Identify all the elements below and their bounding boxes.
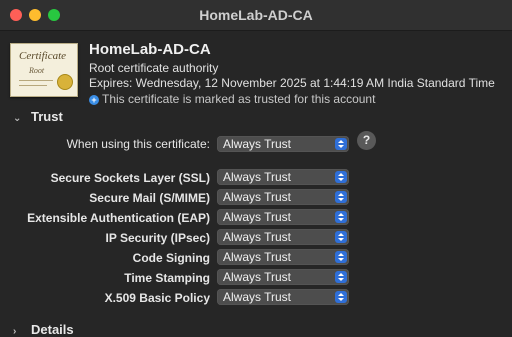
policy-x509-value: Always Trust	[223, 290, 292, 304]
updown-arrows-icon	[335, 231, 347, 243]
policy-ipsec-select[interactable]: Always Trust	[217, 229, 349, 245]
when-using-select[interactable]: Always Trust	[217, 136, 349, 152]
trusted-note: + This certificate is marked as trusted f…	[89, 92, 375, 106]
policy-eap-select[interactable]: Always Trust	[217, 209, 349, 225]
policy-x509-select[interactable]: Always Trust	[217, 289, 349, 305]
updown-arrows-icon	[335, 291, 347, 303]
certificate-icon-subtitle: Root	[29, 66, 45, 75]
trusted-note-text: This certificate is marked as trusted fo…	[102, 92, 376, 106]
certificate-icon: Certificate Root	[10, 43, 78, 97]
policy-smime-label: Secure Mail (S/MIME)	[89, 191, 210, 205]
plus-circle-icon: +	[89, 95, 99, 105]
policy-time-stamping-label: Time Stamping	[124, 271, 210, 285]
policy-ssl-select[interactable]: Always Trust	[217, 169, 349, 185]
updown-arrows-icon	[335, 271, 347, 283]
policy-eap-value: Always Trust	[223, 210, 292, 224]
updown-arrows-icon	[335, 138, 347, 150]
policy-smime-value: Always Trust	[223, 190, 292, 204]
policy-eap-label: Extensible Authentication (EAP)	[27, 211, 210, 225]
updown-arrows-icon	[335, 251, 347, 263]
certificate-name: HomeLab-AD-CA	[89, 41, 211, 58]
updown-arrows-icon	[335, 211, 347, 223]
updown-arrows-icon	[335, 171, 347, 183]
policy-x509-label: X.509 Basic Policy	[104, 291, 210, 305]
certificate-expiry: Expires: Wednesday, 12 November 2025 at …	[89, 76, 495, 90]
certificate-icon-title: Certificate	[19, 50, 67, 62]
policy-smime-select[interactable]: Always Trust	[217, 189, 349, 205]
window-title: HomeLab-AD-CA	[199, 7, 313, 23]
chevron-down-icon: ⌄	[13, 113, 22, 124]
policy-time-stamping-select[interactable]: Always Trust	[217, 269, 349, 285]
trust-section-toggle[interactable]: ⌄ Trust	[13, 109, 63, 124]
trust-section-label: Trust	[31, 109, 63, 124]
policy-ipsec-label: IP Security (IPsec)	[105, 231, 211, 245]
policy-code-signing-value: Always Trust	[223, 250, 292, 264]
when-using-value: Always Trust	[223, 137, 292, 151]
policy-code-signing-label: Code Signing	[132, 251, 210, 265]
certificate-kind: Root certificate authority	[89, 61, 219, 75]
policy-code-signing-select[interactable]: Always Trust	[217, 249, 349, 265]
when-using-label: When using this certificate:	[66, 137, 210, 151]
policy-ssl-value: Always Trust	[223, 170, 292, 184]
seal-icon	[57, 74, 73, 90]
title-bar: HomeLab-AD-CA	[0, 0, 512, 31]
policy-time-stamping-value: Always Trust	[223, 270, 292, 284]
details-section-label: Details	[31, 322, 74, 337]
help-button[interactable]: ?	[357, 131, 376, 150]
details-section-toggle[interactable]: › Details	[13, 322, 74, 337]
policy-ipsec-value: Always Trust	[223, 230, 292, 244]
updown-arrows-icon	[335, 191, 347, 203]
policy-ssl-label: Secure Sockets Layer (SSL)	[50, 171, 210, 185]
